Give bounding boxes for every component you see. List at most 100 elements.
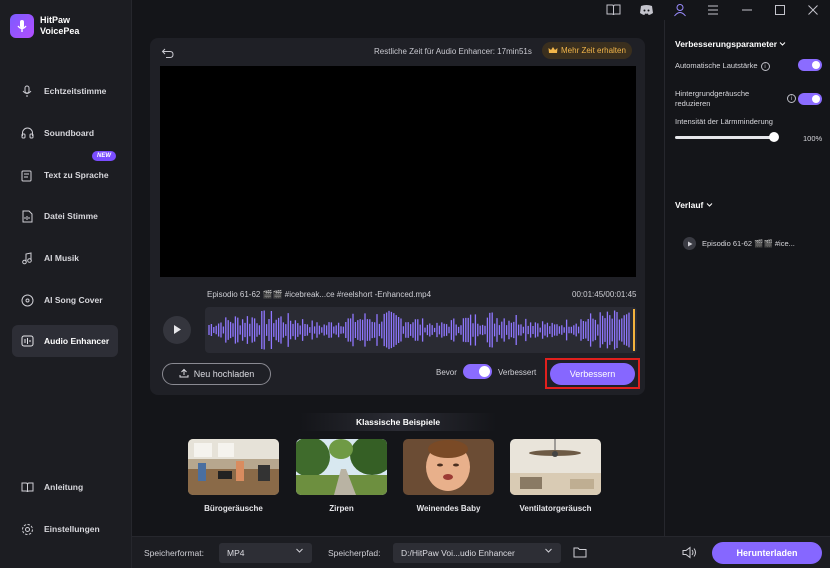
chevron-down-icon [295, 546, 304, 557]
minimize-icon[interactable] [739, 2, 755, 18]
history-item[interactable]: Episodio 61-62 🎬🎬 #ice... [683, 237, 795, 250]
example-label: Ventilatorgeräusch [519, 504, 592, 513]
folder-icon[interactable] [573, 546, 587, 560]
undo-icon[interactable] [161, 46, 175, 60]
app-logo: HitPaw VoicePea [10, 14, 79, 38]
auto-volume-label: Automatische Lautstärke i [675, 61, 770, 71]
logo-icon [10, 14, 34, 38]
more-time-label: Mehr Zeit erhalten [561, 46, 626, 55]
sidebar-item-label: AI Musik [44, 253, 79, 263]
sidebar-item-label: AI Song Cover [44, 295, 103, 305]
chirping-thumbnail [296, 439, 387, 495]
sidebar-item-echtzeitstimme[interactable]: Echtzeitstimme [12, 75, 118, 107]
noise-reduce-label: Hintergrundgeräusche reduzieren [675, 89, 750, 108]
noise-reduce-toggle[interactable] [798, 93, 822, 105]
example-chirping[interactable]: Zirpen [296, 439, 387, 513]
microphone-icon [20, 84, 34, 98]
baby-thumbnail [403, 439, 494, 495]
crown-icon [548, 46, 558, 56]
before-label: Bevor [436, 368, 457, 377]
maximize-icon[interactable] [772, 2, 788, 18]
file-name: Episodio 61-62 🎬🎬 #icebreak...ce #reelsh… [207, 290, 432, 299]
example-label: Zirpen [329, 504, 354, 513]
user-icon[interactable] [672, 2, 688, 18]
app-name-line2: VoicePea [40, 26, 80, 36]
bottom-bar: Speicherformat: MP4 Speicherpfad: D:/Hit… [132, 536, 830, 568]
office-thumbnail [188, 439, 279, 495]
enhancer-panel: Restliche Zeit für Audio Enhancer: 17min… [150, 38, 645, 395]
format-value: MP4 [227, 548, 245, 558]
right-panel: Verbesserungsparameter Automatische Laut… [664, 20, 830, 536]
params-title[interactable]: Verbesserungsparameter [675, 39, 786, 49]
upload-icon [179, 368, 189, 380]
play-icon[interactable] [683, 237, 696, 250]
sidebar-item-label: Text zu Sprache [44, 170, 109, 180]
play-icon [172, 324, 182, 337]
info-icon[interactable]: i [787, 94, 796, 103]
guide-book-icon[interactable] [605, 2, 621, 18]
auto-volume-toggle[interactable] [798, 59, 822, 71]
history-item-label: Episodio 61-62 🎬🎬 #ice... [702, 239, 795, 248]
file-voice-icon [20, 209, 34, 223]
volume-icon[interactable] [682, 546, 697, 561]
disc-icon [20, 293, 34, 307]
example-crying-baby[interactable]: Weinendes Baby [403, 439, 494, 513]
close-icon[interactable] [805, 2, 821, 18]
menu-icon[interactable] [705, 2, 721, 18]
intensity-label: Intensität der Lärmminderung [675, 117, 773, 126]
play-button[interactable] [163, 316, 191, 344]
sidebar-item-einstellungen[interactable]: Einstellungen [12, 513, 118, 545]
intensity-slider-thumb[interactable] [769, 132, 779, 142]
chevron-down-icon [779, 39, 786, 49]
after-label: Verbessert [498, 368, 537, 377]
sidebar-item-label: Anleitung [44, 482, 84, 492]
reupload-label: Neu hochladen [193, 369, 255, 379]
example-label: Bürogeräusche [204, 504, 263, 513]
chevron-down-icon [706, 200, 713, 210]
sidebar-item-anleitung[interactable]: Anleitung [12, 471, 118, 503]
format-select[interactable]: MP4 [219, 543, 312, 563]
examples-title: Klassische Beispiele [300, 413, 496, 431]
info-icon[interactable]: i [760, 61, 770, 71]
example-label: Weinendes Baby [416, 504, 481, 513]
example-fan-noise[interactable]: Ventilatorgeräusch [510, 439, 601, 513]
waveform[interactable] [205, 307, 637, 353]
intensity-slider-track[interactable] [675, 136, 775, 139]
sidebar-item-audio-enhancer[interactable]: Audio Enhancer [12, 325, 118, 357]
sidebar-item-ai-musik[interactable]: AI Musik [12, 242, 118, 274]
path-select[interactable]: D:/HitPaw Voi...udio Enhancer [393, 543, 561, 563]
timecode: 00:01:45/00:01:45 [572, 290, 637, 299]
path-label: Speicherpfad: [328, 548, 381, 558]
sidebar-item-label: Einstellungen [44, 524, 100, 534]
history-title[interactable]: Verlauf [675, 200, 713, 210]
download-button[interactable]: Herunterladen [712, 542, 822, 564]
sidebar-item-soundboard[interactable]: Soundboard [12, 117, 118, 149]
video-preview[interactable] [160, 66, 636, 277]
intensity-value: 100% [803, 134, 823, 143]
path-value: D:/HitPaw Voi...udio Enhancer [401, 548, 515, 558]
sidebar-item-datei-stimme[interactable]: Datei Stimme [12, 200, 118, 232]
discord-icon[interactable] [638, 2, 654, 18]
chevron-down-icon [544, 546, 553, 557]
sidebar-item-label: Soundboard [44, 128, 95, 138]
playhead-cursor[interactable] [633, 309, 635, 351]
sidebar-item-text-zu-sprache[interactable]: Text zu Sprache [12, 159, 118, 191]
text-to-speech-icon [20, 168, 34, 182]
before-after-toggle[interactable] [463, 364, 492, 379]
sidebar-item-label: Echtzeitstimme [44, 86, 107, 96]
remaining-time-text: Restliche Zeit für Audio Enhancer: 17min… [374, 47, 532, 56]
new-badge: NEW [92, 151, 116, 161]
more-time-button[interactable]: Mehr Zeit erhalten [542, 42, 632, 59]
headphones-icon [20, 126, 34, 140]
sidebar: HitPaw VoicePea Echtzeitstimme Soundboar… [0, 0, 132, 568]
waveform-graphic [208, 310, 630, 350]
sidebar-item-ai-song-cover[interactable]: AI Song Cover [12, 284, 118, 316]
example-office-noise[interactable]: Bürogeräusche [188, 439, 279, 513]
audio-enhancer-icon [20, 334, 34, 348]
sidebar-item-label: Datei Stimme [44, 211, 98, 221]
enhance-button[interactable]: Verbessern [550, 363, 635, 385]
gear-icon [20, 522, 34, 536]
reupload-button[interactable]: Neu hochladen [162, 363, 271, 385]
sidebar-item-label: Audio Enhancer [44, 336, 110, 346]
music-note-icon [20, 251, 34, 265]
